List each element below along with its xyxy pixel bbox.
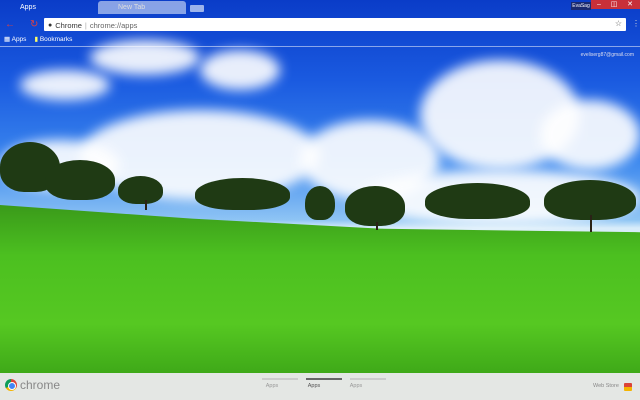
page-indicator-active[interactable] [306,378,342,380]
profile-button[interactable]: EvaSag [571,2,591,10]
brand-text: chrome [20,378,61,392]
reload-icon[interactable]: ↻ [30,19,38,30]
page-label-active[interactable]: Apps [294,383,334,389]
apps-footer: chrome Apps Apps Apps Web Store [0,373,640,400]
bookmark-page-icon: ▮ [34,36,39,43]
separator: | [84,21,87,30]
divider [0,46,640,47]
menu-icon[interactable]: ⋮ [632,19,640,28]
minimize-button[interactable]: – [591,0,607,9]
bookmark-folder[interactable]: ▮ Bookmarks [34,35,72,43]
bookmark-star-icon[interactable]: ☆ [615,19,622,28]
chrome-site-icon: ● [48,22,53,29]
page-indicator[interactable] [262,378,298,380]
tab-label: New Tab [118,4,146,11]
page-label[interactable]: Apps [252,383,292,389]
apps-grid-icon: ▦ [4,36,11,43]
close-button[interactable]: ✕ [620,0,640,9]
web-store-icon[interactable] [624,383,632,391]
page-label[interactable]: Apps [336,383,376,389]
tab-label: Apps [20,4,36,11]
account-email[interactable]: eveliserg87@gmail.com [581,52,634,58]
back-icon[interactable]: ← [5,19,15,30]
bookmark-apps[interactable]: ▦ Apps [4,35,26,43]
bookmark-label: Bookmarks [39,36,73,43]
site-label: Chrome [55,21,82,30]
bookmark-label: Apps [11,36,27,43]
url-text: chrome://apps [89,21,138,30]
new-tab-button[interactable] [190,5,204,12]
address-bar[interactable]: ● Chrome | chrome://apps ☆ [44,18,626,31]
web-store-link[interactable]: Web Store [593,383,619,389]
tab-apps[interactable]: Apps [0,1,95,14]
bookmarks-bar: ▦ Apps ▮ Bookmarks [4,35,72,43]
tab-strip: Apps New Tab EvaSag – ◫ ✕ [0,0,640,14]
chrome-logo: chrome [5,378,60,392]
page-indicator[interactable] [350,378,386,380]
chrome-icon [5,379,17,391]
tab-new-tab[interactable]: New Tab [98,1,186,14]
